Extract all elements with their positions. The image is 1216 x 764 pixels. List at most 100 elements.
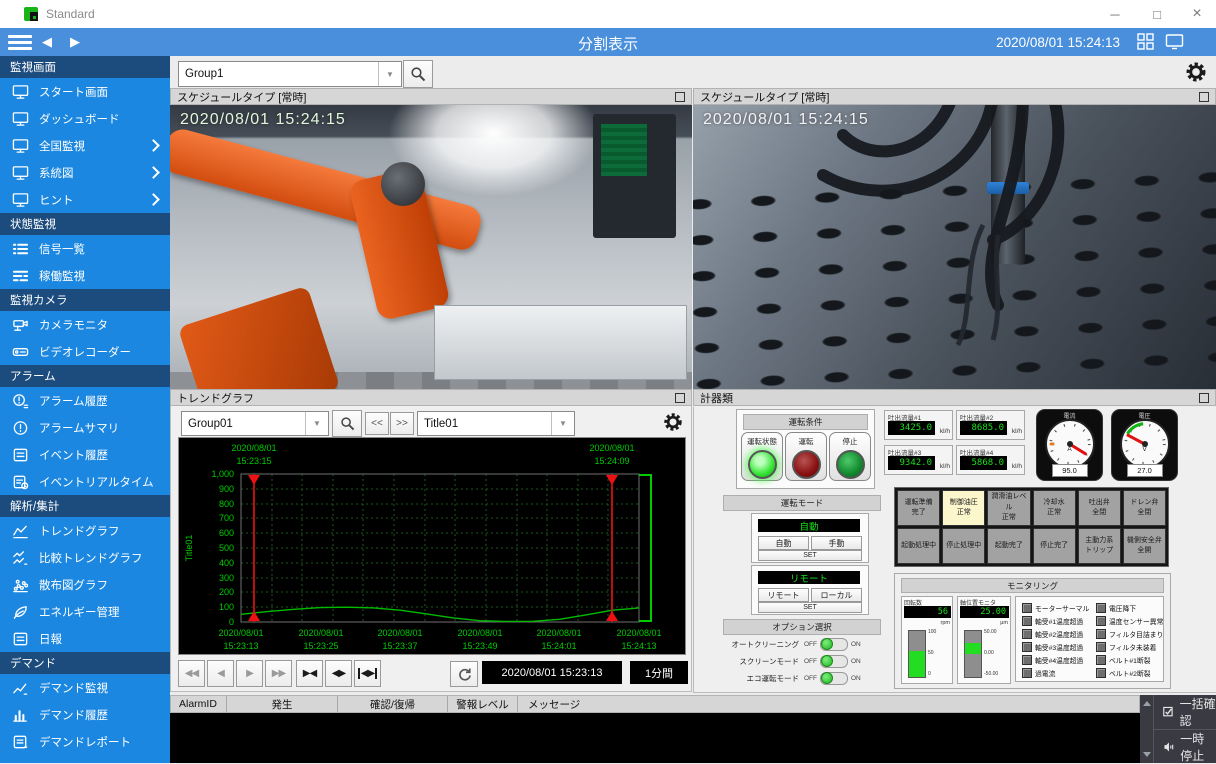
pause-sound-button[interactable]: 一時停止 <box>1154 729 1216 764</box>
prev-title-button[interactable]: << <box>365 412 389 435</box>
camera-right-image <box>693 105 1216 389</box>
step-forward-button[interactable]: ▶ <box>236 660 263 687</box>
sidebar-item-nationwide-monitor[interactable]: 全国監視 <box>0 132 170 159</box>
svg-text:2020/08/01: 2020/08/01 <box>231 443 276 453</box>
display-icon[interactable] <box>1165 33 1184 50</box>
camera-left-header: スケジュールタイプ [常時] <box>170 88 692 105</box>
status-cell: ドレン弁全閉 <box>1123 490 1166 526</box>
scroll-up-icon[interactable] <box>1143 701 1151 706</box>
indicator-lamp-icon <box>1022 603 1032 613</box>
energy-leaf-icon <box>12 604 29 620</box>
manual-button[interactable]: 手動 <box>811 536 862 550</box>
svg-text:15:24:09: 15:24:09 <box>594 456 629 466</box>
options-header: オプション選択 <box>723 619 881 635</box>
camera-right-header: スケジュールタイプ [常時] <box>693 88 1216 105</box>
sidebar-item-demand-history[interactable]: デマンド履歴 <box>0 701 170 728</box>
sidebar-item-hint[interactable]: ヒント <box>0 186 170 213</box>
sidebar-item-compare-trend-graph[interactable]: 比較トレンドグラフ <box>0 544 170 571</box>
sidebar-item-video-recorder[interactable]: ビデオレコーダー <box>0 338 170 365</box>
sidebar-item-operation-monitor[interactable]: 稼働監視 <box>0 262 170 289</box>
chevron-down-icon[interactable]: ▼ <box>305 412 328 435</box>
chevron-right-icon <box>147 193 160 206</box>
auto-button[interactable]: 自動 <box>758 536 809 550</box>
toggle-switch[interactable] <box>820 638 848 651</box>
next-title-button[interactable]: >> <box>390 412 414 435</box>
trend-group-select[interactable]: Group01 ▼ <box>181 411 329 436</box>
trend-search-button[interactable] <box>332 410 362 437</box>
sidebar-item-demand-report[interactable]: デマンドレポート <box>0 728 170 755</box>
chevron-down-icon[interactable]: ▼ <box>551 412 574 435</box>
maximize-icon[interactable] <box>1199 92 1209 102</box>
sidebar-item-signal-list[interactable]: 信号一覧 <box>0 235 170 262</box>
svg-text:15:23:13: 15:23:13 <box>223 641 258 651</box>
svg-text:100: 100 <box>219 602 234 612</box>
chevron-right-icon <box>147 139 160 152</box>
list-icon <box>12 241 29 257</box>
gauge-value: 95.0 <box>1052 464 1088 477</box>
lamp-red-icon <box>792 450 821 479</box>
indicator-lamp-icon <box>1096 629 1106 639</box>
settings-gear-icon[interactable] <box>1184 60 1208 84</box>
svg-text:15:24:01: 15:24:01 <box>541 641 576 651</box>
svg-text:1,000: 1,000 <box>211 469 234 479</box>
conditions-box: 運転条件 運転状態 運転 停止 <box>736 409 875 489</box>
maximize-button[interactable]: □ <box>1140 0 1174 28</box>
sidebar-item-trend-graph[interactable]: トレンドグラフ <box>0 517 170 544</box>
maximize-icon[interactable] <box>1199 393 1209 403</box>
svg-text:2020/08/01: 2020/08/01 <box>298 628 343 638</box>
camera-left-view: 2020/08/01 15:24:15 <box>170 105 692 389</box>
trend-title-select[interactable]: Title01 ▼ <box>417 411 575 436</box>
sidebar-section-status-monitor: 状態監視 <box>0 213 170 235</box>
close-button[interactable]: × <box>1180 0 1214 28</box>
svg-text:300: 300 <box>219 573 234 583</box>
monitor-icon <box>12 165 29 181</box>
minimize-button[interactable]: ─ <box>1098 0 1132 28</box>
sidebar-item-event-realtime[interactable]: イベントリアルタイム <box>0 468 170 495</box>
sidebar-item-demand-monitor[interactable]: デマンド監視 <box>0 674 170 701</box>
set-button[interactable]: SET <box>758 550 862 561</box>
full-range-button[interactable]: ◀▶ <box>354 660 381 687</box>
split-layout-icon[interactable] <box>1137 33 1154 50</box>
status-cell: 起動処理中 <box>897 528 940 564</box>
refresh-button[interactable] <box>450 661 478 687</box>
sidebar-item-start-screen[interactable]: スタート画面 <box>0 78 170 105</box>
status-cell: 停止完了 <box>1033 528 1076 564</box>
sidebar-item-dashboard[interactable]: ダッシュボード <box>0 105 170 132</box>
sidebar-item-daily-report[interactable]: 日報 <box>0 625 170 652</box>
mode-value-display: リモート <box>758 571 860 584</box>
remote-button[interactable]: リモート <box>758 588 809 602</box>
sidebar-item-energy-management[interactable]: エネルギー管理 <box>0 598 170 625</box>
sidebar-item-event-history[interactable]: イベント履歴 <box>0 441 170 468</box>
maximize-icon[interactable] <box>675 92 685 102</box>
jump-last-button[interactable]: ▶▶ <box>265 660 292 687</box>
alarm-list <box>170 713 1140 763</box>
svg-text:15:24:13: 15:24:13 <box>621 641 656 651</box>
toggle-switch[interactable] <box>820 672 848 685</box>
scroll-down-icon[interactable] <box>1143 752 1151 757</box>
search-button[interactable] <box>403 60 433 88</box>
operation-monitor-icon <box>12 268 29 284</box>
auto-mode-box: 自動 自動 手動 SET <box>751 513 869 563</box>
group-select[interactable]: Group1 ▼ <box>178 61 402 87</box>
jump-first-button[interactable]: ◀◀ <box>178 660 205 687</box>
svg-text:2020/08/01: 2020/08/01 <box>377 628 422 638</box>
ack-all-button[interactable]: 一括確認 <box>1154 695 1216 729</box>
sidebar-item-camera-monitor[interactable]: カメラモニタ <box>0 311 170 338</box>
zoom-out-time-button[interactable]: ◀▶ <box>325 660 352 687</box>
alarm-scrollbar[interactable] <box>1140 695 1154 763</box>
chevron-down-icon[interactable]: ▼ <box>378 62 401 86</box>
step-back-button[interactable]: ◀ <box>207 660 234 687</box>
camera-timestamp: 2020/08/01 15:24:15 <box>180 111 346 129</box>
camera-icon <box>12 317 29 333</box>
sidebar-item-alarm-history[interactable]: アラーム履歴 <box>0 387 170 414</box>
local-button[interactable]: ローカル <box>811 588 862 602</box>
trend-settings-gear-icon[interactable] <box>662 411 684 433</box>
toggle-switch[interactable] <box>820 655 848 668</box>
sidebar-item-system-diagram[interactable]: 系統図 <box>0 159 170 186</box>
lamp-run-status: 運転状態 <box>741 432 783 481</box>
sidebar-item-scatter-graph[interactable]: 散布図グラフ <box>0 571 170 598</box>
maximize-icon[interactable] <box>675 393 685 403</box>
set-button[interactable]: SET <box>758 602 862 613</box>
sidebar-item-alarm-summary[interactable]: アラームサマリ <box>0 414 170 441</box>
zoom-in-time-button[interactable]: ▶◀ <box>296 660 323 687</box>
